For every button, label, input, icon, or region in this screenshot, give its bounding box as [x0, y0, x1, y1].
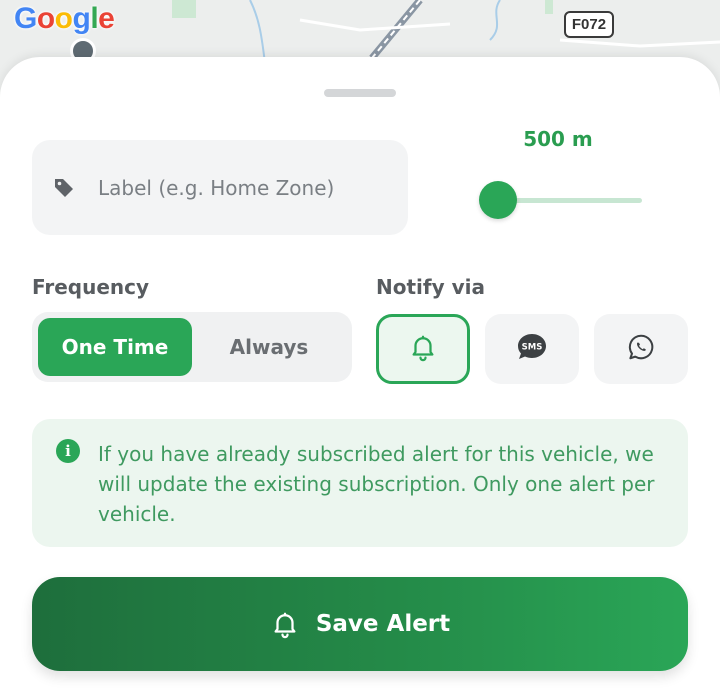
- notify-whatsapp-button[interactable]: [594, 314, 688, 384]
- sms-icon-text: SMS: [522, 343, 543, 353]
- logo-letter: o: [54, 2, 73, 35]
- label-field[interactable]: [32, 140, 408, 235]
- frequency-one-time-option[interactable]: One Time: [38, 318, 192, 376]
- logo-letter: g: [72, 2, 91, 35]
- notify-push-button[interactable]: [376, 314, 470, 384]
- logo-letter: l: [90, 2, 99, 35]
- slider-thumb[interactable]: [478, 181, 517, 219]
- label-input[interactable]: [98, 175, 378, 200]
- logo-letter: e: [98, 2, 115, 35]
- tag-icon: [52, 175, 78, 201]
- alert-bottom-sheet: 500 m Frequency Notify via One Time Alwa…: [0, 57, 720, 691]
- frequency-always-option[interactable]: Always: [192, 318, 346, 376]
- logo-letter: o: [36, 2, 55, 35]
- notify-sms-button[interactable]: SMS: [485, 314, 579, 384]
- road-badge: F072: [564, 11, 614, 38]
- info-icon: i: [56, 439, 80, 463]
- bell-icon: [270, 609, 300, 639]
- sms-icon: SMS: [516, 332, 548, 366]
- save-alert-label: Save Alert: [315, 611, 451, 637]
- radius-value: 500 m: [523, 127, 593, 151]
- whatsapp-icon: [626, 332, 656, 366]
- logo-letter: G: [14, 2, 37, 35]
- frequency-label: Frequency: [32, 275, 150, 299]
- radius-slider[interactable]: [472, 177, 642, 227]
- info-banner: i If you have already subscribed alert f…: [32, 419, 688, 547]
- google-logo: Google: [14, 2, 115, 36]
- notify-via-label: Notify via: [376, 275, 485, 299]
- info-text: If you have already subscribed alert for…: [98, 442, 655, 526]
- bell-icon: [408, 332, 438, 366]
- sheet-drag-handle[interactable]: [324, 89, 396, 97]
- frequency-selector: One Time Always: [32, 312, 352, 382]
- save-alert-button[interactable]: Save Alert: [32, 577, 688, 671]
